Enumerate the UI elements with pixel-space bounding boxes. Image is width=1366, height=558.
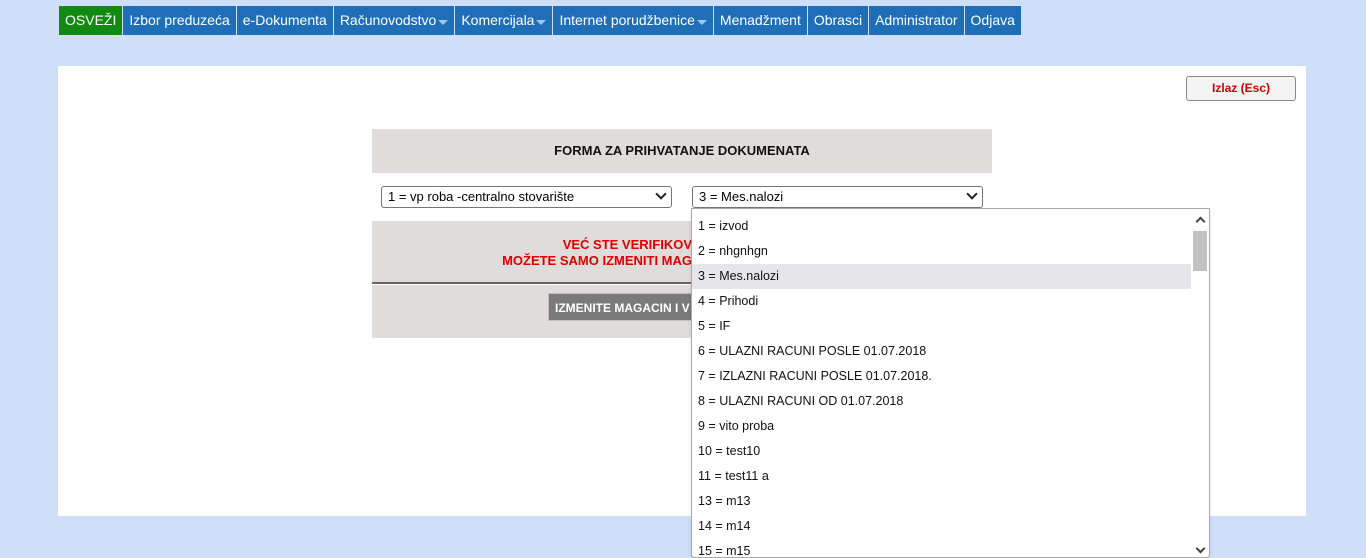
warehouse-select-value: 1 = vp roba -centralno stovarište <box>388 189 575 204</box>
document-type-select-value: 3 = Mes.nalozi <box>699 189 784 204</box>
caret-down-icon <box>536 19 547 25</box>
dropdown-option[interactable]: 7 = IZLAZNI RACUNI POSLE 01.07.2018. <box>692 364 1192 389</box>
exit-button[interactable]: Izlaz (Esc) <box>1186 76 1296 101</box>
dropdown-scrollbar[interactable] <box>1191 209 1209 557</box>
warehouse-select[interactable]: 1 = vp roba -centralno stovarište <box>381 186 672 208</box>
dropdown-option[interactable]: 2 = nhgnhgn <box>692 239 1192 264</box>
nav-item-company-select[interactable]: Izbor preduzeća <box>123 6 237 35</box>
scroll-up-arrow-icon[interactable] <box>1195 216 1206 227</box>
top-nav: OSVEŽI Izbor preduzeća e-Dokumenta Račun… <box>59 6 1022 35</box>
nav-item-label: Internet porudžbenice <box>559 12 695 28</box>
dropdown-option[interactable]: 6 = ULAZNI RACUNI POSLE 01.07.2018 <box>692 339 1192 364</box>
nav-item-forms[interactable]: Obrasci <box>807 6 870 35</box>
dropdown-option[interactable]: 13 = m13 <box>692 489 1192 514</box>
form-title: FORMA ZA PRIHVATANJE DOKUMENATA <box>372 129 992 173</box>
caret-down-icon <box>438 19 449 25</box>
chevron-down-icon <box>966 188 978 200</box>
dropdown-option[interactable]: 3 = Mes.nalozi <box>692 264 1192 289</box>
dropdown-option[interactable]: 9 = vito proba <box>692 414 1192 439</box>
nav-item-internet-orders[interactable]: Internet porudžbenice <box>553 6 714 35</box>
dropdown-option[interactable]: 15 = m15 <box>692 539 1192 557</box>
dropdown-option[interactable]: 4 = Prihodi <box>692 289 1192 314</box>
scroll-down-arrow-icon[interactable] <box>1195 543 1206 554</box>
nav-item-accounting[interactable]: Računovodstvo <box>333 6 456 35</box>
nav-item-label: Menadžment <box>719 12 801 28</box>
nav-item-commercial[interactable]: Komercijala <box>455 6 554 35</box>
nav-item-label: Odjava <box>970 12 1015 28</box>
dropdown-option[interactable]: 8 = ULAZNI RACUNI OD 01.07.2018 <box>692 389 1192 414</box>
dropdown-option[interactable]: 11 = test11 a <box>692 464 1192 489</box>
nav-item-label: Administrator <box>875 12 958 28</box>
nav-item-e-documents[interactable]: e-Dokumenta <box>236 6 334 35</box>
nav-item-label: Izbor preduzeća <box>129 12 230 28</box>
document-type-dropdown-list[interactable]: 1 = izvod 2 = nhgnhgn 3 = Mes.nalozi 4 = Pr… <box>691 208 1210 558</box>
dropdown-option[interactable]: 10 = test10 <box>692 439 1192 464</box>
nav-item-label: Računovodstvo <box>339 12 437 28</box>
nav-item-administrator[interactable]: Administrator <box>869 6 965 35</box>
change-warehouse-button[interactable]: IZMENITE MAGACIN I V <box>548 293 708 321</box>
dropdown-option[interactable]: 1 = izvod <box>692 214 1192 239</box>
chevron-down-icon <box>655 188 667 200</box>
dropdown-option[interactable]: 5 = IF <box>692 314 1192 339</box>
nav-item-management[interactable]: Menadžment <box>713 6 808 35</box>
document-type-select[interactable]: 3 = Mes.nalozi <box>692 186 983 208</box>
message-line-1: VEĆ STE VERIFIKOV <box>562 237 692 252</box>
message-line-2: MOŽETE SAMO IZMENITI MAG <box>502 253 692 268</box>
scrollbar-thumb[interactable] <box>1193 231 1207 271</box>
nav-item-refresh[interactable]: OSVEŽI <box>59 6 124 35</box>
dropdown-option[interactable]: 14 = m14 <box>692 514 1192 539</box>
nav-item-label: Obrasci <box>813 12 863 28</box>
dropdown-options: 1 = izvod 2 = nhgnhgn 3 = Mes.nalozi 4 = Pr… <box>692 209 1209 557</box>
caret-down-icon <box>696 19 707 25</box>
nav-item-label: Komercijala <box>461 12 535 28</box>
nav-item-logout[interactable]: Odjava <box>964 6 1022 35</box>
nav-item-label: e-Dokumenta <box>242 12 327 28</box>
nav-item-label: OSVEŽI <box>65 12 117 28</box>
